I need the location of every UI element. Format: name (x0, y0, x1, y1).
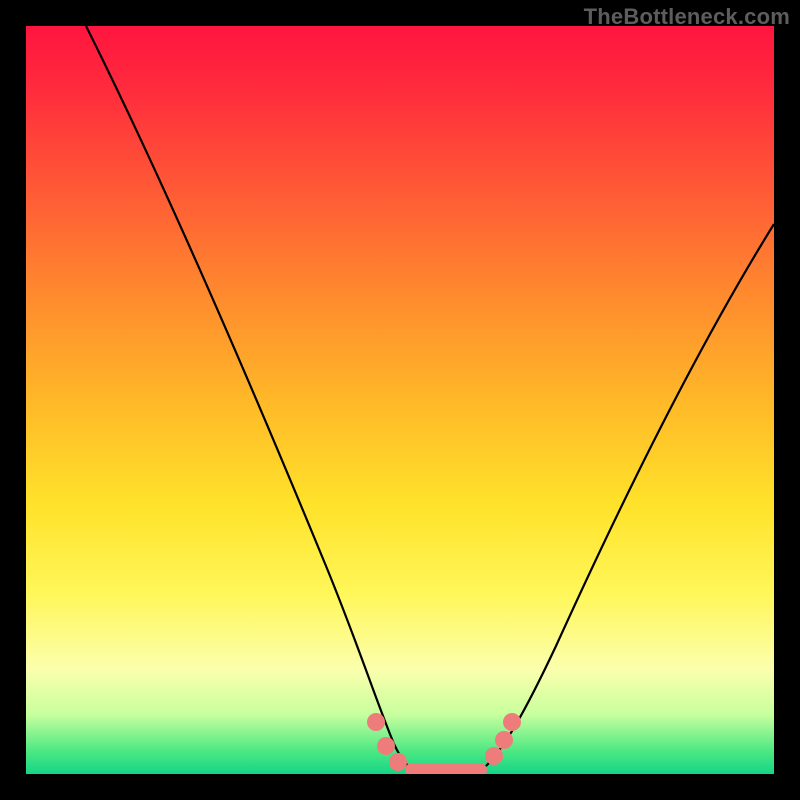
marker-dot (495, 731, 513, 749)
marker-dot (485, 747, 503, 765)
marker-dot (377, 737, 395, 755)
watermark-text: TheBottleneck.com (584, 4, 790, 30)
curve-right (486, 224, 774, 766)
bottleneck-curve-chart (26, 26, 774, 774)
marker-dot (503, 713, 521, 731)
marker-dot (389, 753, 407, 771)
curve-left (86, 26, 416, 770)
marker-dot (367, 713, 385, 731)
